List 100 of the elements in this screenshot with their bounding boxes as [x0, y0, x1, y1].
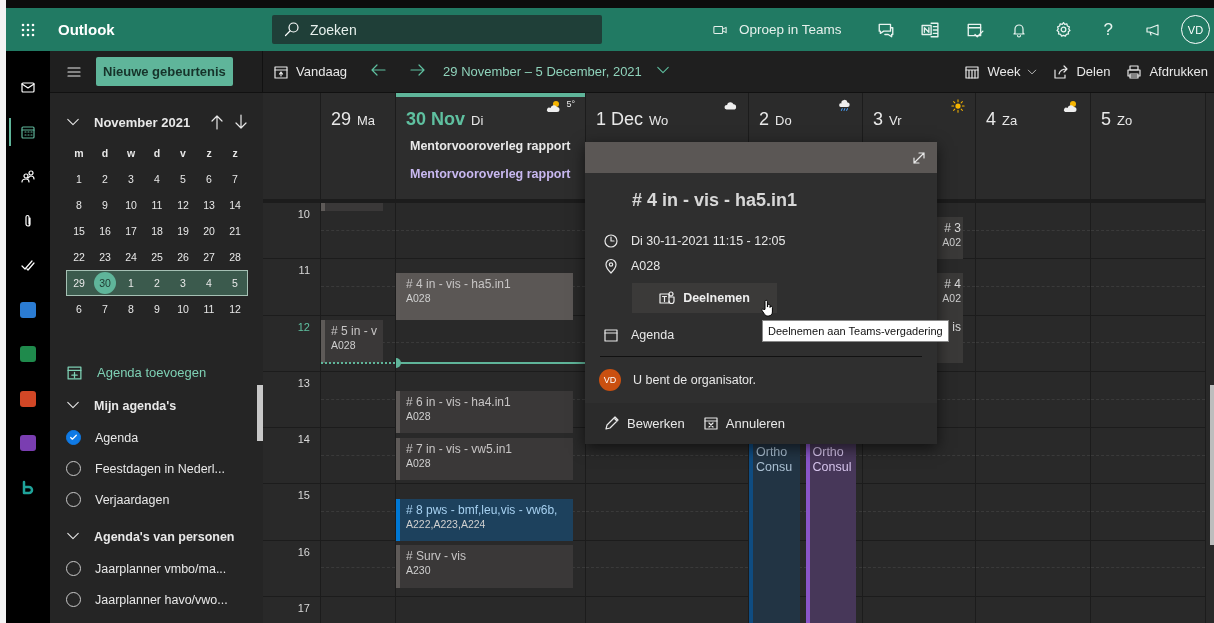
- date-cell[interactable]: 10: [177, 303, 189, 315]
- date-cell[interactable]: 1: [76, 173, 82, 185]
- date-cell[interactable]: 3: [128, 173, 134, 185]
- all-day-event[interactable]: Mentorvooroverleg rapport: [410, 139, 585, 153]
- calendar-name[interactable]: Feestdagen in Nederl...: [95, 461, 225, 476]
- add-calendar-link[interactable]: Agenda toevoegen: [66, 360, 263, 384]
- date-cell[interactable]: 4: [206, 277, 212, 289]
- date-cell[interactable]: 24: [125, 251, 137, 263]
- view-button[interactable]: Week: [964, 63, 1038, 80]
- date-cell[interactable]: 30: [94, 272, 116, 294]
- date-cell[interactable]: 2: [154, 277, 160, 289]
- calendar-icon[interactable]: [20, 123, 36, 140]
- day-number[interactable]: 4: [986, 109, 996, 130]
- date-cell[interactable]: 29: [73, 277, 85, 289]
- presentation-app-icon[interactable]: [20, 390, 36, 407]
- date-cell[interactable]: 15: [73, 225, 85, 237]
- event-block[interactable]: # 6 in - vis - ha4.in1 A028: [396, 390, 573, 433]
- date-cell[interactable]: 6: [76, 303, 82, 315]
- scrollbar-thumb[interactable]: [257, 385, 263, 441]
- cancel-event-button[interactable]: Annuleren: [702, 415, 786, 432]
- date-cell[interactable]: 23: [99, 251, 111, 263]
- week-row[interactable]: 22 23 24 25 26 27 28: [66, 244, 248, 270]
- week-row[interactable]: 29 30 1 2 3 4 5: [66, 270, 248, 296]
- date-cell[interactable]: 21: [229, 225, 241, 237]
- date-cell[interactable]: 4: [154, 173, 160, 185]
- spreadsheet-app-icon[interactable]: [20, 346, 36, 363]
- event-block[interactable]: # 7 in - vis - vw5.in1 A028: [396, 437, 573, 480]
- print-button[interactable]: Afdrukken: [1126, 63, 1208, 80]
- day-number[interactable]: 30 Nov: [406, 109, 466, 130]
- calendar-name[interactable]: Verjaardagen: [95, 492, 170, 507]
- date-cell[interactable]: 11: [203, 303, 215, 315]
- today-button[interactable]: Vandaag: [273, 63, 348, 80]
- date-cell[interactable]: 18: [151, 225, 163, 237]
- event-block[interactable]: # Surv - vis A230: [396, 545, 573, 588]
- week-row[interactable]: 15 16 17 18 19 20 21: [66, 218, 248, 244]
- down-arrow-icon[interactable]: [233, 114, 249, 130]
- document-app-icon[interactable]: [20, 301, 36, 318]
- week-row[interactable]: 6 7 8 9 10 11 12: [66, 296, 248, 322]
- date-cell[interactable]: 9: [102, 199, 108, 211]
- teams-call-button[interactable]: Oproep in Teams: [700, 22, 864, 37]
- app-launcher-icon[interactable]: [20, 21, 36, 38]
- date-cell[interactable]: 25: [151, 251, 163, 263]
- date-cell[interactable]: 14: [229, 199, 241, 211]
- join-button[interactable]: Deelnemen: [632, 283, 777, 313]
- date-cell[interactable]: 1: [128, 277, 134, 289]
- week-row[interactable]: 8 9 10 11 12 13 14: [66, 192, 248, 218]
- all-day-event[interactable]: Mentorvooroverleg rapport: [410, 167, 585, 181]
- search-field[interactable]: Zoeken: [272, 15, 602, 44]
- date-cell[interactable]: 12: [229, 303, 241, 315]
- calendar-name[interactable]: Jaarplanner vmbo/ma...: [95, 561, 227, 576]
- date-cell[interactable]: 27: [203, 251, 215, 263]
- date-cell[interactable]: 3: [180, 277, 186, 289]
- date-cell[interactable]: 8: [128, 303, 134, 315]
- date-cell[interactable]: 2: [102, 173, 108, 185]
- day-number[interactable]: 1 Dec: [596, 109, 644, 130]
- day-number[interactable]: 29: [331, 109, 352, 130]
- date-cell[interactable]: 7: [102, 303, 108, 315]
- date-cell[interactable]: 6: [206, 173, 212, 185]
- expand-icon[interactable]: [911, 149, 927, 166]
- date-cell[interactable]: 28: [229, 251, 241, 263]
- settings-icon[interactable]: [1055, 21, 1073, 38]
- notebook-icon[interactable]: [921, 20, 940, 39]
- date-cell[interactable]: 10: [125, 199, 137, 211]
- event-block[interactable]: Ortho Consul: [805, 442, 856, 623]
- date-cell[interactable]: 5: [232, 277, 238, 289]
- bookings-icon[interactable]: [20, 479, 36, 496]
- date-cell[interactable]: 5: [180, 173, 186, 185]
- day-number[interactable]: 3: [873, 109, 883, 130]
- date-cell[interactable]: 13: [203, 199, 215, 211]
- date-cell[interactable]: 9: [154, 303, 160, 315]
- date-cell[interactable]: 17: [125, 225, 137, 237]
- group-title[interactable]: Mijn agenda's: [94, 399, 177, 413]
- event-block[interactable]: # 8 pws - bmf,leu,vis - vw6b, A222,A223,A224: [396, 498, 573, 541]
- new-event-button[interactable]: Nieuwe gebeurtenis: [96, 57, 233, 86]
- day-number[interactable]: 2: [759, 109, 769, 130]
- calendar-name[interactable]: Jaarplanner havo/vwo...: [95, 592, 228, 607]
- date-cell[interactable]: 7: [232, 173, 238, 185]
- event-block[interactable]: Ortho Consu: [749, 442, 800, 623]
- date-cell[interactable]: 22: [73, 251, 85, 263]
- up-arrow-icon[interactable]: [209, 114, 225, 130]
- date-cell[interactable]: 12: [177, 199, 189, 211]
- scrollbar-thumb[interactable]: [1210, 385, 1214, 545]
- calendar-toggle[interactable]: [66, 430, 81, 445]
- date-cell[interactable]: 16: [99, 225, 111, 237]
- date-range-button[interactable]: 29 November – 5 December, 2021: [443, 64, 642, 79]
- notebook-app-icon[interactable]: [20, 435, 36, 452]
- megaphone-icon[interactable]: [1143, 21, 1162, 38]
- edit-button[interactable]: Bewerken: [604, 415, 685, 432]
- people-icon[interactable]: [20, 168, 36, 185]
- date-cell[interactable]: 20: [203, 225, 215, 237]
- mail-icon[interactable]: [20, 79, 36, 96]
- date-cell[interactable]: 26: [177, 251, 189, 263]
- date-cell[interactable]: 11: [151, 199, 163, 211]
- event-block[interactable]: # 5 in - v A028: [321, 320, 383, 363]
- event-block[interactable]: # 4 in - vis - ha5.in1 A028: [396, 273, 573, 321]
- group-title[interactable]: Agenda's van personen: [94, 530, 235, 544]
- week-row[interactable]: 1 2 3 4 5 6 7: [66, 166, 248, 192]
- date-cell[interactable]: 8: [76, 199, 82, 211]
- calendar-name[interactable]: Agenda: [95, 430, 139, 445]
- day-number[interactable]: 5: [1101, 109, 1111, 130]
